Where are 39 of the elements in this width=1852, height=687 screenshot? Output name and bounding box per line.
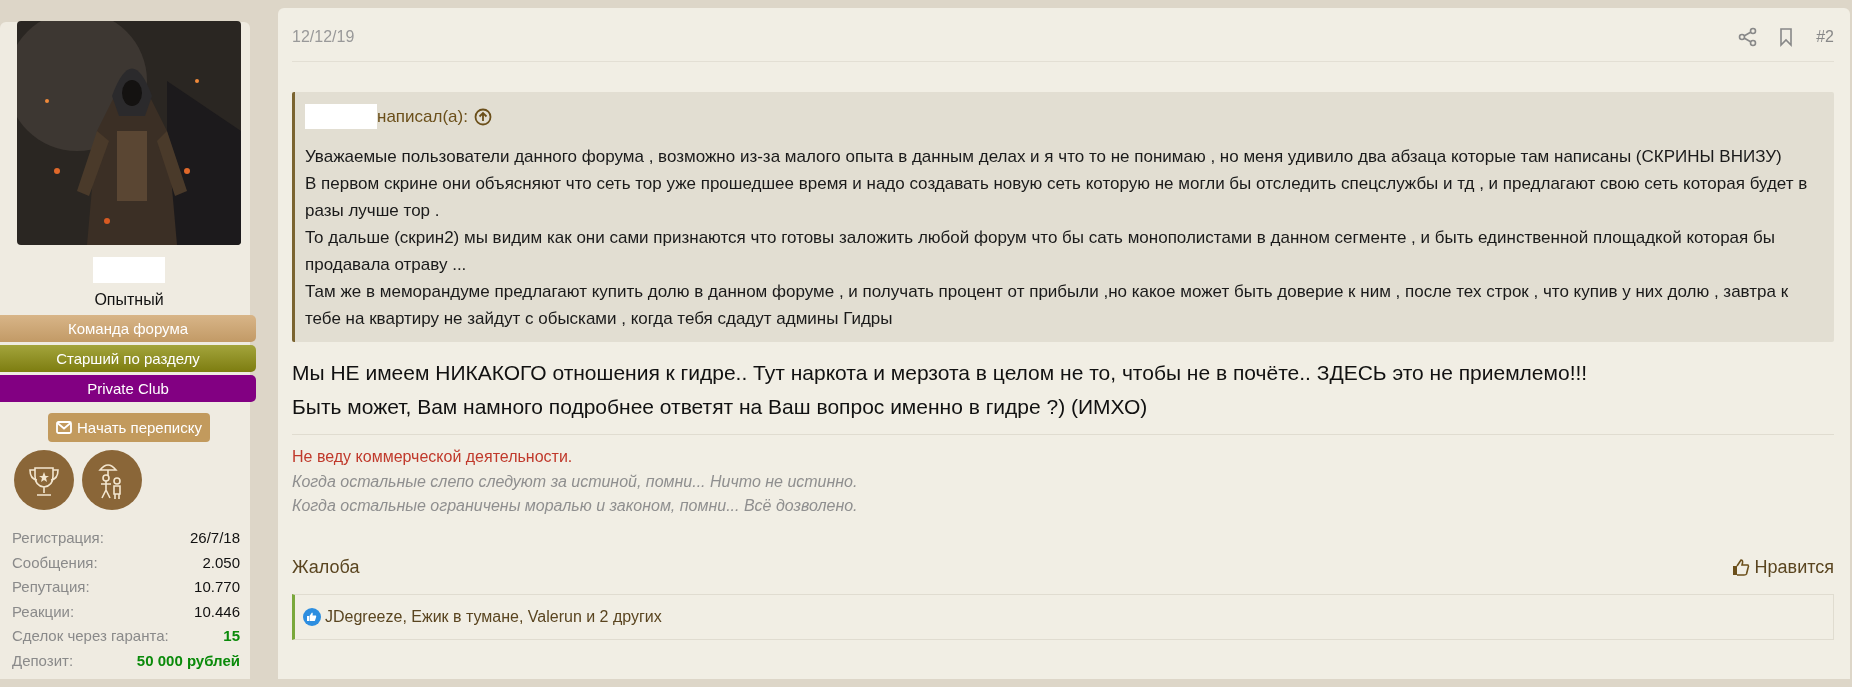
- reactions-text[interactable]: JDegreeze, Ежик в тумане, Valerun и 2 других: [325, 607, 662, 626]
- user-rank: Опытный: [94, 291, 164, 309]
- message-text: Быть может, Вам намного подробнее ответят на Ваш вопрос именно в гидре ?) (ИМХО): [292, 394, 1149, 420]
- stat-value: 10.770: [194, 577, 240, 597]
- stat-label: Депозит:: [12, 650, 74, 671]
- report-link[interactable]: Жалоба: [292, 556, 360, 578]
- redacted-username: [305, 104, 377, 129]
- stat-label: Реакции:: [12, 601, 75, 622]
- redacted-username: [93, 257, 165, 283]
- quote-text: То дальше (скрин2) мы видим как они сами признаются что готовы заложить любой форум что бы сать монополистами в данном сегменте , и быть единственной площадкой которая бы продавала отраву ...: [305, 227, 1776, 276]
- stat-value: 10.446: [194, 601, 240, 622]
- envelope-icon: [56, 421, 73, 434]
- signature-text: Когда остальные слепо следуют за истиной, помни... Ничто не истинно.: [292, 471, 859, 492]
- signature-text: Когда остальные ограничены моралью и законом, помни... Всё дозволено.: [292, 496, 859, 516]
- arrow-up-icon[interactable]: [473, 107, 492, 126]
- stat-value: 50 000 рублей: [136, 650, 240, 671]
- trophy-icon[interactable]: [14, 450, 74, 510]
- message-text: Мы НЕ имеем НИКАКОГО отношения к гидре.. Тут наркота и мерзота в целом не то, чтобы не в почёте.. ЗДЕСЬ это не приемлемо!!!: [292, 360, 1589, 386]
- quote-author-label: написал(а):: [377, 106, 468, 127]
- stat-label: Регистрация:: [12, 528, 104, 548]
- stat-label: Репутация:: [12, 577, 90, 597]
- post-date: 12/12/19: [292, 28, 356, 46]
- user-banner: Команда форума: [0, 315, 256, 342]
- stat-value: 15: [223, 626, 240, 646]
- thumbs-up-icon: [1731, 558, 1750, 576]
- quote-text: В первом скрине они объясняют что сеть тор уже прошедшее время и надо создавать новую сеть которую не могли бы отследить спецслужбы и тд , и предлагают свою сеть которая будет в разы лучше тор .: [305, 173, 1809, 222]
- stat-value: 26/7/18: [189, 528, 240, 548]
- stat-value: 2.050: [202, 552, 240, 573]
- like-button[interactable]: Нравится: [1731, 556, 1834, 578]
- like-reaction-icon: [303, 607, 321, 626]
- quote-text: Там же в меморандуме предлагают купить долю в данном форуме , и получать процент от прибыли ,но какое может быть доверие к ним , после тех строк , что купив у них долю , завтра к тебе на квартиру не зайдут с обысками , когда тебя сдадут админы Гидры: [305, 281, 1790, 330]
- stat-label: Сделок через гаранта:: [12, 626, 169, 646]
- stat-label: Сообщения:: [12, 552, 98, 573]
- user-banner: Private Club: [0, 375, 256, 402]
- people-icon[interactable]: [82, 450, 142, 510]
- share-icon[interactable]: [1738, 27, 1759, 47]
- quote-text: Уважаемые пользователи данного форума , возможно из-за малого опыта в данным делах и я что то не понимаю , но меня удивило два абзаца которые там написаны (СКРИНЫ ВНИЗУ): [305, 146, 1783, 168]
- user-banner: Старший по разделу: [0, 345, 256, 372]
- signature-text: Не веду коммерческой деятельности.: [292, 447, 574, 467]
